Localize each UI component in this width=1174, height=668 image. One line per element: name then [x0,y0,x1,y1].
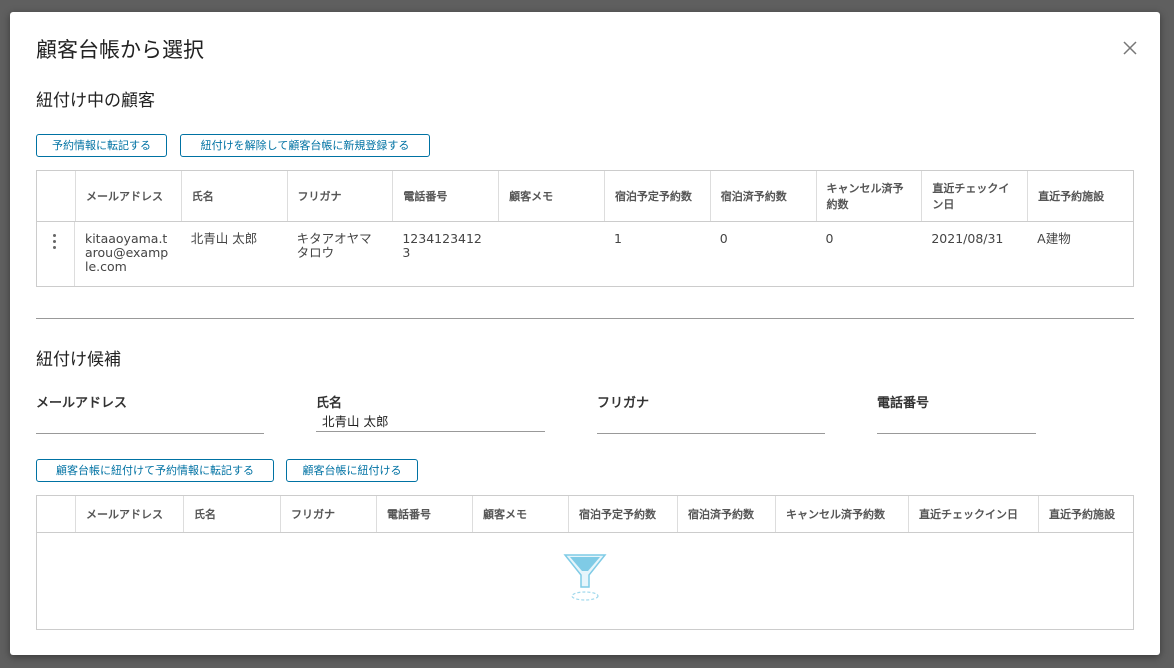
cell-cancelled: 0 [825,231,834,246]
header-name[interactable]: 氏名 [180,171,287,221]
header-last-facility[interactable]: 直近予約施設 [1038,496,1133,532]
header-phone[interactable]: 電話番号 [392,171,498,221]
unlink-register-button[interactable]: 紐付けを解除して顧客台帳に新規登録する [180,134,430,157]
cell-kana: キタアオヤマタロウ [296,231,372,260]
link-button[interactable]: 顧客台帳に紐付ける [286,459,418,482]
header-last-checkin[interactable]: 直近チェックイン日 [908,496,1038,532]
linked-section-title: 紐付け中の顧客 [36,91,155,111]
cell-stayed: 0 [719,231,728,246]
table-row: kitaaoyama.tarou@example.com 北青山 太郎 キタアオ… [37,222,1133,286]
cell-planned: 1 [613,231,622,246]
email-filter-label: メールアドレス [36,396,128,411]
cell-last-facility: A建物 [1037,231,1071,246]
header-planned[interactable]: 宿泊予定予約数 [568,496,677,532]
cell-last-checkin: 2021/08/31 [931,231,1004,246]
section-divider [36,318,1134,319]
header-kana[interactable]: フリガナ [286,171,393,221]
candidates-grid: メールアドレス 氏名 フリガナ 電話番号 顧客メモ 宿泊予定予約数 宿泊済予約数… [36,495,1134,630]
kana-filter-label: フリガナ [597,396,650,411]
cell-email: kitaaoyama.tarou@example.com [84,231,169,274]
header-name[interactable]: 氏名 [183,496,280,532]
cell-memo [498,222,604,286]
funnel-icon [562,551,608,611]
linked-customer-grid: メールアドレス 氏名 フリガナ 電話番号 顧客メモ 宿泊予定予約数 宿泊済予約数… [36,170,1134,287]
header-phone[interactable]: 電話番号 [376,496,472,532]
header-memo[interactable]: 顧客メモ [498,171,604,221]
header-cancelled[interactable]: キャンセル済予約数 [815,171,922,221]
candidates-section-title: 紐付け候補 [36,350,121,370]
header-email[interactable]: メールアドレス [74,171,181,221]
header-stayed[interactable]: 宿泊済予約数 [709,171,816,221]
link-transfer-button[interactable]: 顧客台帳に紐付けて予約情報に転記する [36,459,274,482]
email-filter-input[interactable] [36,412,264,434]
header-email[interactable]: メールアドレス [75,496,183,532]
kebab-icon [53,234,57,276]
close-icon[interactable] [1122,40,1138,56]
header-last-checkin[interactable]: 直近チェックイン日 [921,171,1027,221]
name-filter-label: 氏名 [316,396,343,411]
modal-title: 顧客台帳から選択 [36,38,204,62]
header-memo[interactable]: 顧客メモ [472,496,568,532]
header-actions [37,496,75,532]
header-planned[interactable]: 宿泊予定予約数 [603,171,710,221]
header-actions [37,171,75,221]
header-cancelled[interactable]: キャンセル済予約数 [775,496,908,532]
select-customer-modal: 顧客台帳から選択 紐付け中の顧客 予約情報に転記する 紐付けを解除して顧客台帳に… [10,12,1160,655]
cell-phone: 12341234123 [402,231,482,260]
grid-header: メールアドレス 氏名 フリガナ 電話番号 顧客メモ 宿泊予定予約数 宿泊済予約数… [37,496,1133,533]
empty-state [37,533,1133,629]
header-last-facility[interactable]: 直近予約施設 [1027,171,1133,221]
grid-header: メールアドレス 氏名 フリガナ 電話番号 顧客メモ 宿泊予定予約数 宿泊済予約数… [37,171,1133,222]
header-stayed[interactable]: 宿泊済予約数 [677,496,775,532]
transfer-button[interactable]: 予約情報に転記する [36,134,167,157]
name-filter-input[interactable] [316,410,545,432]
phone-filter-input[interactable] [877,412,1036,434]
row-menu-button[interactable] [37,222,75,286]
kana-filter-input[interactable] [597,412,825,434]
cell-name: 北青山 太郎 [190,231,258,246]
phone-filter-label: 電話番号 [877,396,930,411]
header-kana[interactable]: フリガナ [280,496,376,532]
